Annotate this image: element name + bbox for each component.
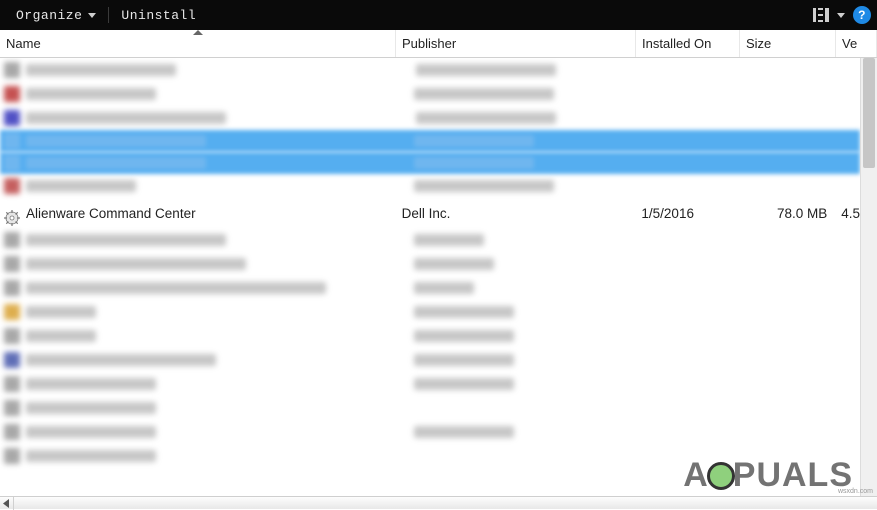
list-item[interactable] — [0, 252, 860, 276]
programs-list: Alienware Command Center Dell Inc. 1/5/2… — [0, 58, 877, 496]
list-item[interactable] — [0, 444, 860, 468]
list-item-selected[interactable] — [0, 152, 860, 174]
list-item[interactable] — [0, 420, 860, 444]
horizontal-scrollbar[interactable] — [0, 496, 877, 509]
view-options-icon[interactable] — [813, 8, 829, 22]
uninstall-label: Uninstall — [121, 8, 196, 23]
list-item[interactable] — [0, 300, 860, 324]
column-header-size[interactable]: Size — [740, 30, 836, 57]
command-bar: Organize Uninstall ? — [0, 0, 877, 30]
column-header-publisher[interactable]: Publisher — [396, 30, 636, 57]
column-header-version[interactable]: Ve — [836, 30, 877, 57]
list-item[interactable] — [0, 276, 860, 300]
list-item[interactable] — [0, 82, 860, 106]
column-headers: Name Publisher Installed On Size Ve — [0, 30, 877, 58]
help-icon[interactable]: ? — [853, 6, 871, 24]
vertical-scrollbar[interactable] — [860, 58, 877, 496]
column-header-name[interactable]: Name — [0, 30, 396, 57]
program-icon — [4, 210, 20, 226]
list-item-selected[interactable] — [0, 130, 860, 152]
column-header-installed-on[interactable]: Installed On — [636, 30, 740, 57]
organize-label: Organize — [16, 8, 82, 23]
list-item[interactable] — [0, 372, 860, 396]
list-item[interactable] — [0, 396, 860, 420]
list-item-alienware-command-center[interactable]: Alienware Command Center Dell Inc. 1/5/2… — [0, 198, 860, 228]
list-item[interactable] — [0, 58, 860, 82]
chevron-down-icon — [88, 13, 96, 18]
organize-menu-button[interactable]: Organize — [6, 0, 106, 30]
program-installed-on: 1/5/2016 — [635, 206, 739, 221]
list-item[interactable] — [0, 174, 860, 198]
list-item[interactable] — [0, 324, 860, 348]
program-version: 4.5 — [835, 206, 860, 221]
chevron-down-icon[interactable] — [837, 13, 845, 18]
scrollbar-thumb[interactable] — [863, 58, 875, 168]
program-name: Alienware Command Center — [26, 206, 196, 221]
program-size: 78.0 MB — [739, 206, 835, 221]
uninstall-button[interactable]: Uninstall — [111, 0, 206, 30]
program-publisher: Dell Inc. — [396, 206, 636, 221]
toolbar-separator — [108, 7, 109, 23]
scroll-left-button[interactable] — [0, 497, 14, 510]
list-item[interactable] — [0, 348, 860, 372]
list-item[interactable] — [0, 106, 860, 130]
sort-ascending-icon — [193, 30, 203, 35]
list-item[interactable] — [0, 228, 860, 252]
